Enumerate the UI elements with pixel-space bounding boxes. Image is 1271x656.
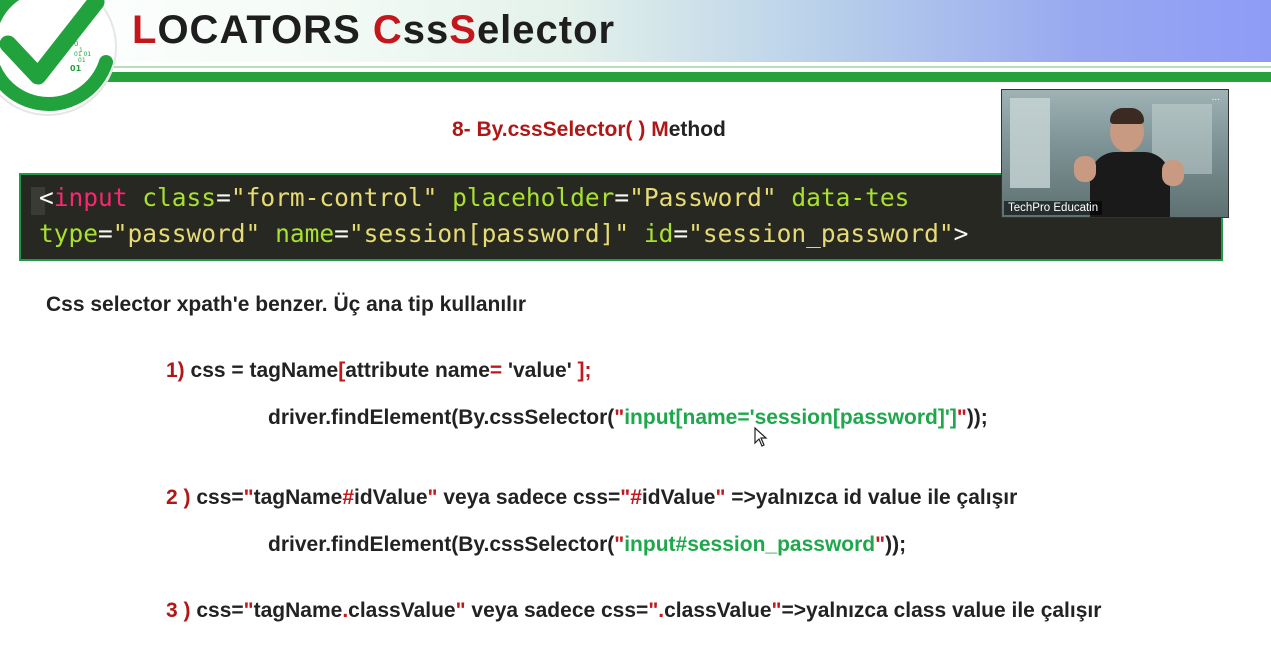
rule-3: 3 ) css="tagName.classValue" veya sadece…: [166, 599, 1102, 622]
background-window: [1010, 98, 1050, 188]
presenter-hand-left: [1074, 156, 1096, 182]
intro-text: Css selector xpath'e benzer. Üç ana tip …: [46, 293, 526, 316]
logo-binary-4: 01: [78, 57, 86, 64]
code-line-1: <input class="form-control" placeholder=…: [39, 183, 910, 212]
logo-binary-1: 0: [74, 40, 78, 48]
video-menu-icon[interactable]: ...: [1212, 92, 1220, 103]
video-participant-label: TechPro Educatin: [1004, 201, 1103, 215]
logo-binary-5: 01: [70, 64, 82, 73]
code-line-2: type="password" name="session[password]"…: [39, 219, 969, 248]
header-thin-rule: [100, 66, 1271, 68]
page-title: LOCATORS CssSelector: [132, 8, 616, 52]
presenter-hair: [1110, 108, 1144, 124]
method-subtitle: 8- By.cssSelector( ) Method: [452, 118, 726, 141]
rule-2: 2 ) css="tagName#idValue" veya sadece cs…: [166, 486, 1018, 509]
presenter-video-overlay[interactable]: ... TechPro Educatin: [1001, 89, 1229, 218]
header-green-rule: [100, 72, 1271, 82]
rule-1: 1) css = tagName[attribute name= 'value'…: [166, 359, 592, 382]
presenter-hand-right: [1162, 160, 1184, 186]
example-1: driver.findElement(By.cssSelector("input…: [268, 406, 988, 429]
mouse-cursor-icon: [754, 427, 768, 447]
example-2: driver.findElement(By.cssSelector("input…: [268, 533, 907, 556]
checkmark-logo-icon: 0 1 01 01 01 01: [0, 0, 117, 116]
